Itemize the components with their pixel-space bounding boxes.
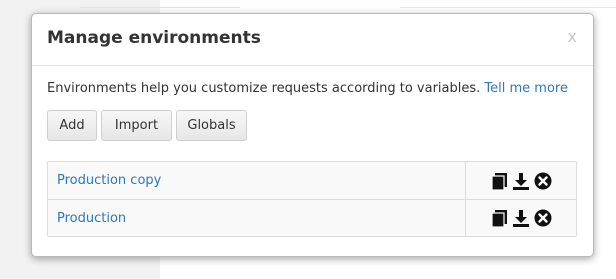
modal-header: Manage environments x — [32, 14, 593, 66]
globals-button[interactable]: Globals — [176, 110, 247, 141]
duplicate-icon[interactable] — [489, 208, 509, 228]
table-row: Production copy — [48, 162, 576, 199]
import-button[interactable]: Import — [101, 110, 172, 141]
row-actions — [465, 162, 576, 199]
duplicate-icon[interactable] — [489, 171, 509, 191]
row-actions — [465, 200, 576, 236]
environment-name-link[interactable]: Production copy — [48, 162, 465, 199]
add-button[interactable]: Add — [47, 110, 97, 141]
delete-icon[interactable] — [533, 208, 553, 228]
close-button[interactable]: x — [568, 27, 577, 46]
manage-environments-modal: Manage environments x Environments help … — [31, 13, 594, 257]
environment-name-link[interactable]: Production — [48, 200, 465, 236]
download-icon[interactable] — [511, 208, 531, 228]
action-buttons: Add Import Globals — [47, 110, 247, 141]
download-icon[interactable] — [511, 171, 531, 191]
environments-table: Production copy Production — [47, 161, 577, 237]
table-row: Production — [48, 199, 576, 236]
intro-description: Environments help you customize requests… — [47, 81, 481, 96]
intro-text: Environments help you customize requests… — [47, 81, 568, 96]
modal-title: Manage environments — [47, 28, 261, 48]
background-divider — [80, 0, 240, 8]
background-divider — [400, 0, 616, 8]
delete-icon[interactable] — [533, 171, 553, 191]
tell-me-more-link[interactable]: Tell me more — [484, 81, 568, 96]
